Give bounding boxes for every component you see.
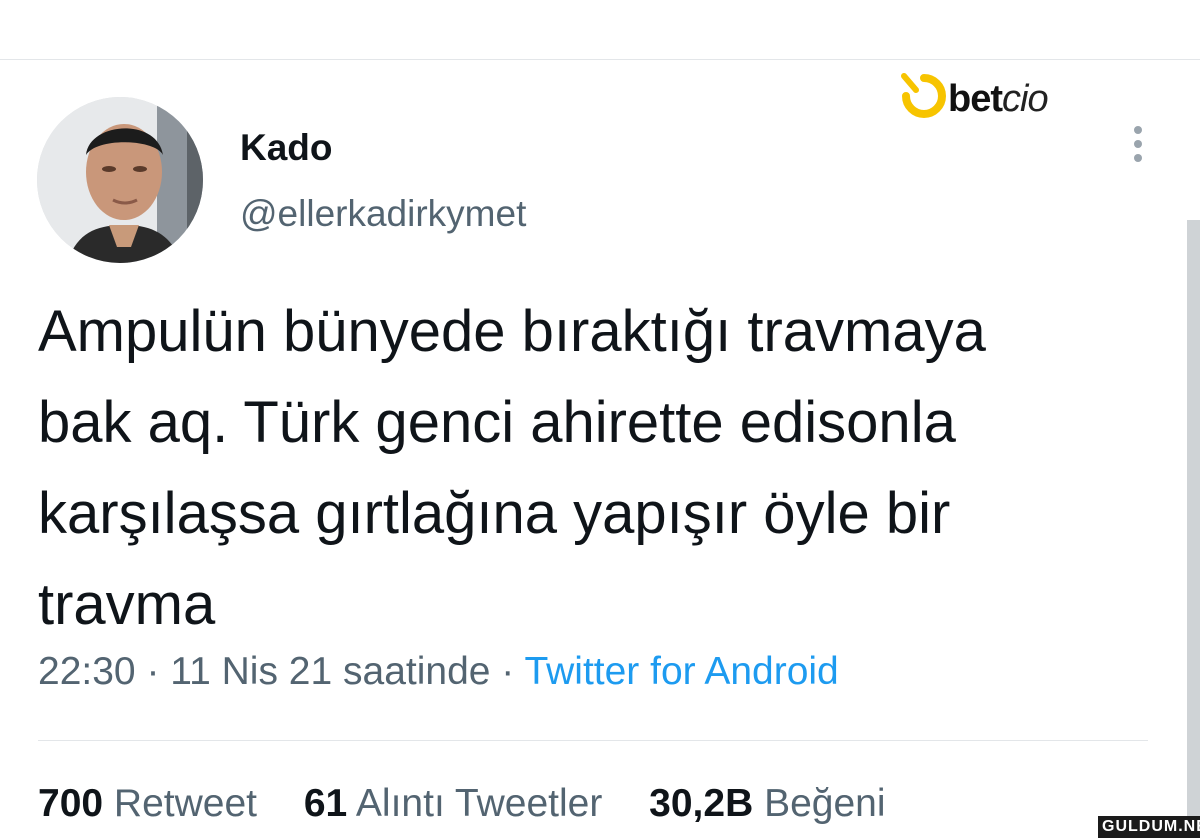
meta-separator: ·: [501, 650, 515, 693]
tweet-stats: 700 Retweet 61 Alıntı Tweetler 30,2B Beğ…: [38, 782, 922, 826]
betcio-logo-mark: [901, 73, 946, 118]
meta-separator: ·: [146, 650, 160, 693]
watermark: GULDUM.NET: [1098, 816, 1200, 838]
more-dot: [1134, 154, 1142, 162]
display-name[interactable]: Kado: [240, 127, 333, 169]
scrollbar[interactable]: [1187, 220, 1200, 838]
more-vertical-icon[interactable]: [1128, 126, 1148, 170]
stat-label: Alıntı Tweetler: [355, 782, 603, 825]
tweet-time[interactable]: 22:30: [38, 650, 136, 693]
tweet-meta: 22:30 · 11 Nis 21 saatinde · Twitter for…: [38, 650, 839, 694]
top-divider: [0, 59, 1200, 60]
tweet-source-link[interactable]: Twitter for Android: [524, 650, 838, 693]
quote-tweet-count[interactable]: 61 Alıntı Tweetler: [304, 782, 602, 826]
brand-wordmark: betcio: [948, 78, 1049, 120]
tweet-line: karşılaşsa gırtlağına yapışır öyle bir: [38, 481, 951, 546]
stat-label: Retweet: [113, 782, 257, 825]
avatar[interactable]: [37, 97, 203, 263]
tweet-text: Ampulün bünyede bıraktığı travmaya bak a…: [38, 286, 1148, 650]
stat-label: Beğeni: [764, 782, 886, 825]
tweet-line: travma: [38, 572, 216, 637]
more-dot: [1134, 126, 1142, 134]
user-handle[interactable]: @ellerkadirkymet: [240, 193, 526, 235]
stats-divider: [38, 740, 1148, 741]
tweet-date[interactable]: 11 Nis 21 saatinde: [170, 650, 490, 693]
like-count[interactable]: 30,2B Beğeni: [649, 782, 885, 826]
stat-count: 61: [303, 782, 348, 825]
tweet-line: bak aq. Türk genci ahirette edisonla: [38, 390, 956, 455]
more-dot: [1134, 140, 1142, 148]
stat-count: 30,2B: [649, 782, 754, 825]
tweet-line: Ampulün bünyede bıraktığı travmaya: [38, 299, 986, 364]
retweet-count[interactable]: 700 Retweet: [38, 782, 257, 826]
profile-photo: [37, 97, 203, 263]
stat-count: 700: [38, 782, 104, 825]
